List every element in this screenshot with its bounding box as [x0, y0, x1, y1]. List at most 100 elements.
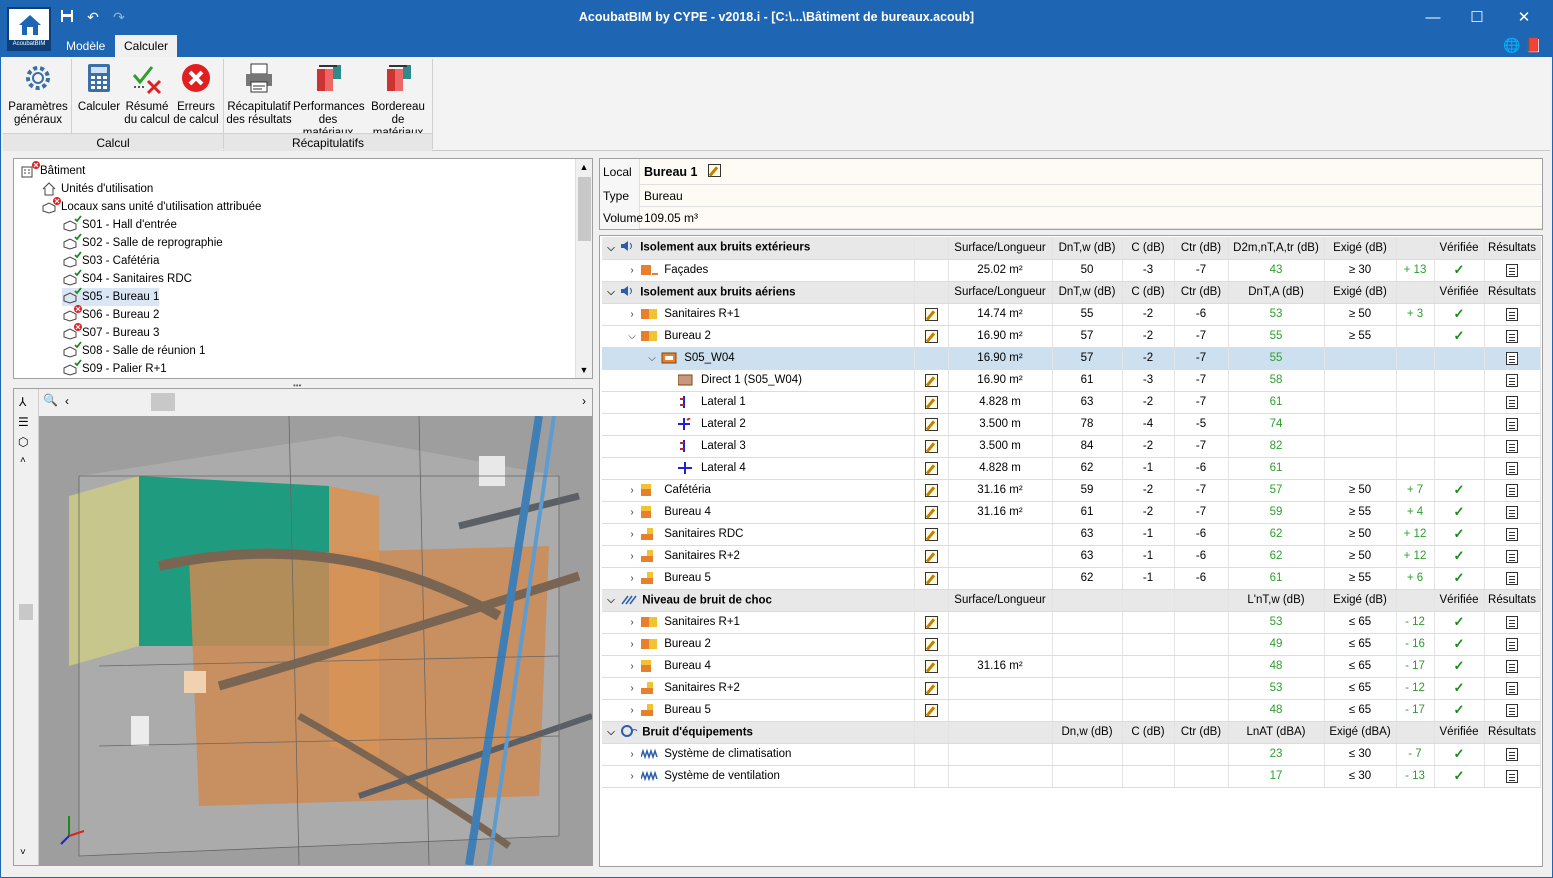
report-icon[interactable] — [1506, 571, 1518, 585]
report-icon[interactable] — [1506, 703, 1518, 717]
section-header-row[interactable]: ⌵ Isolement aux bruits aériens Surface/Lo… — [602, 281, 1541, 304]
table-row[interactable]: Direct 1 (S05_W04) 16.90 m² 61 -3 -7 58 — [602, 369, 1541, 392]
scroll-left-icon[interactable]: ‹ — [65, 394, 69, 408]
section-header-row[interactable]: ⌵ Isolement aux bruits extérieurs Surface… — [602, 237, 1541, 260]
layers-icon[interactable]: ☰ — [18, 415, 29, 429]
report-icon[interactable] — [1506, 373, 1518, 387]
results-cell[interactable] — [1484, 743, 1541, 766]
table-row[interactable]: ⌵ Bureau 2 16.90 m² 57 -2 -7 55 ≥ 55 ✓ — [602, 325, 1541, 348]
chevron-right-icon[interactable]: › — [626, 529, 638, 540]
table-row[interactable]: › Sanitaires RDC 63 -1 -6 62 ≥ 50 + 12 ✓ — [602, 523, 1541, 546]
results-cell[interactable] — [1484, 699, 1541, 722]
chevron-right-icon[interactable]: › — [626, 265, 638, 276]
tree-item[interactable]: Locaux sans unité d'utilisation attribué… — [41, 197, 261, 216]
results-cell[interactable] — [1484, 633, 1541, 656]
table-row[interactable]: Lateral 3 3.500 m 84 -2 -7 82 — [602, 435, 1541, 458]
table-row[interactable]: › Sanitaires R+2 63 -1 -6 62 ≥ 50 + 12 ✓ — [602, 545, 1541, 568]
report-icon[interactable] — [1506, 549, 1518, 563]
tab-modele[interactable]: Modèle — [57, 35, 114, 57]
tree-item[interactable]: S09 - Palier R+1 — [62, 359, 167, 378]
edit-icon[interactable] — [924, 615, 938, 629]
cube-icon[interactable]: ⬡ — [18, 435, 28, 449]
chevron-right-icon[interactable]: › — [626, 485, 638, 496]
chevron-right-icon[interactable]: › — [626, 551, 638, 562]
report-icon[interactable] — [1506, 417, 1518, 431]
results-cell[interactable] — [1484, 765, 1541, 788]
tree-item[interactable]: S06 - Bureau 2 — [62, 305, 159, 324]
zoom-icon[interactable]: 🔍 — [43, 393, 58, 407]
edit-cell[interactable] — [914, 413, 949, 436]
results-cell[interactable] — [1484, 545, 1541, 568]
edit-icon[interactable] — [924, 527, 938, 541]
scroll-thumb[interactable] — [578, 177, 591, 241]
parametres-generaux-button[interactable]: Paramètres généraux — [7, 61, 69, 127]
report-icon[interactable] — [1506, 505, 1518, 519]
minimize-button[interactable]: — — [1418, 7, 1448, 29]
report-icon[interactable] — [1506, 527, 1518, 541]
report-icon[interactable] — [1506, 329, 1518, 343]
table-row[interactable]: › Système de ventilation 17 ≤ 30- 13 ✓ — [602, 765, 1541, 788]
chevron-right-icon[interactable]: › — [626, 573, 638, 584]
edit-cell[interactable] — [914, 567, 949, 590]
report-icon[interactable] — [1506, 659, 1518, 673]
tree-item[interactable]: S08 - Salle de réunion 1 — [62, 341, 205, 360]
scroll-right-icon[interactable]: › — [582, 394, 586, 408]
edit-icon[interactable] — [924, 439, 938, 453]
report-icon[interactable] — [1506, 351, 1518, 365]
undo-icon[interactable]: ↶ — [83, 9, 103, 26]
edit-cell[interactable] — [914, 611, 949, 634]
results-cell[interactable] — [1484, 457, 1541, 480]
scroll-down-icon[interactable]: ▼ — [576, 362, 592, 378]
table-row[interactable]: › Sanitaires R+1 53 ≤ 65- 12 ✓ — [602, 611, 1541, 634]
results-cell[interactable] — [1484, 259, 1541, 282]
edit-icon[interactable] — [924, 571, 938, 585]
redo-icon[interactable]: ↷ — [109, 9, 129, 26]
table-row[interactable]: › Bureau 4 31.16 m² 61 -2 -7 59 ≥ 55 + 4 ✓ — [602, 501, 1541, 524]
edit-icon[interactable] — [924, 703, 938, 717]
results-cell[interactable] — [1484, 501, 1541, 524]
table-row[interactable]: › Cafétéria 31.16 m² 59 -2 -7 57 ≥ 50 + 7 ✓ — [602, 479, 1541, 502]
app-logo[interactable]: AcoubatBIM — [7, 7, 51, 51]
report-icon[interactable] — [1506, 637, 1518, 651]
chevron-right-icon[interactable]: › — [626, 661, 638, 672]
table-row[interactable]: › Façades 25.02 m² 50 -3 -7 43 ≥ 30 + 13 ✓ — [602, 259, 1541, 282]
table-row[interactable]: Lateral 4 4.828 m 62 -1 -6 61 — [602, 457, 1541, 480]
edit-cell[interactable] — [914, 633, 949, 656]
edit-icon[interactable] — [924, 549, 938, 563]
edit-cell[interactable] — [914, 523, 949, 546]
save-icon[interactable] — [57, 9, 77, 26]
results-cell[interactable] — [1484, 347, 1541, 370]
tree-item[interactable]: S01 - Hall d'entrée — [62, 215, 177, 234]
table-row[interactable]: ⌵ S05_W04 16.90 m² 57 -2 -7 55 — [602, 347, 1541, 370]
edit-cell[interactable] — [914, 391, 949, 414]
section-title[interactable]: ⌵ Niveau de bruit de choc — [602, 589, 915, 612]
book-icon[interactable]: 📕 — [1525, 37, 1542, 53]
results-cell[interactable] — [1484, 677, 1541, 700]
chevron-right-icon[interactable]: › — [626, 507, 638, 518]
edit-icon[interactable] — [924, 483, 938, 497]
report-icon[interactable] — [1506, 395, 1518, 409]
chevron-right-icon[interactable]: › — [626, 771, 638, 782]
table-row[interactable]: › Bureau 5 48 ≤ 65- 17 ✓ — [602, 699, 1541, 722]
section-title[interactable]: ⌵ Bruit d'équipements — [602, 721, 915, 744]
edit-cell[interactable] — [914, 369, 949, 392]
results-cell[interactable] — [1484, 369, 1541, 392]
chevron-down-icon[interactable]: ⌵ — [626, 331, 638, 342]
results-cell[interactable] — [1484, 567, 1541, 590]
recapitulatif-des-resultats-button[interactable]: Récapitulatif des résultats — [225, 61, 293, 127]
table-row[interactable]: Lateral 2 3.500 m 78 -4 -5 74 — [602, 413, 1541, 436]
section-header-row[interactable]: ⌵ Niveau de bruit de choc Surface/Longueu… — [602, 589, 1541, 612]
results-cell[interactable] — [1484, 523, 1541, 546]
report-icon[interactable] — [1506, 747, 1518, 761]
chevron-right-icon[interactable]: › — [626, 617, 638, 628]
tree-item[interactable]: Bâtiment — [20, 161, 85, 180]
edit-cell[interactable] — [914, 479, 949, 502]
edit-cell[interactable] — [914, 303, 949, 326]
maximize-button[interactable]: ☐ — [1462, 7, 1492, 29]
edit-icon[interactable] — [924, 417, 938, 431]
edit-cell[interactable] — [914, 435, 949, 458]
report-icon[interactable] — [1506, 263, 1518, 277]
report-icon[interactable] — [1506, 483, 1518, 497]
calculer-button[interactable]: Calculer — [75, 61, 123, 114]
edit-local-icon[interactable] — [708, 164, 721, 177]
